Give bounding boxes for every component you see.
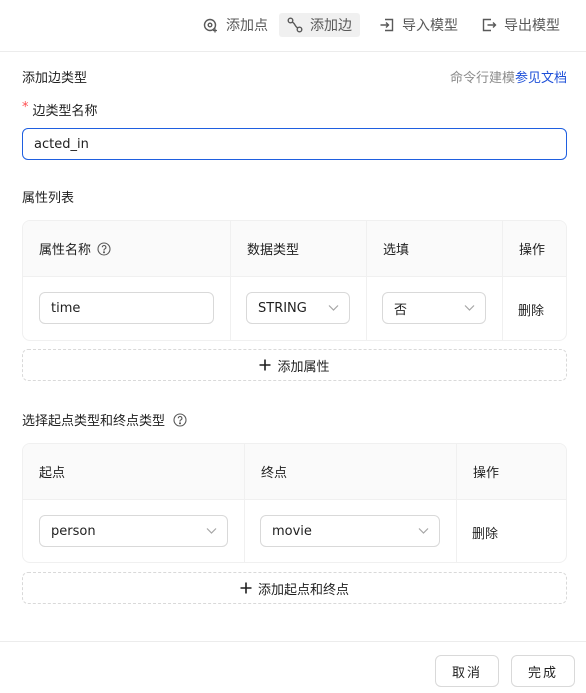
add-attribute-button[interactable]: 添加属性 <box>22 349 567 381</box>
import-model-button[interactable]: 导入模型 <box>379 13 458 37</box>
divider <box>244 499 245 562</box>
chevron-down-icon <box>328 305 339 311</box>
edge-type-name-input[interactable]: acted_in <box>22 128 567 160</box>
cancel-button[interactable]: 取消 <box>435 655 499 687</box>
col-action: 操作 <box>502 221 566 276</box>
attributes-table-header: 属性名称 数据类型 选填 操作 <box>23 221 566 277</box>
add-edge-button[interactable]: 添加边 <box>279 13 360 37</box>
doc-hint: 命令行建模 参见文档 <box>450 67 567 86</box>
col-target-label: 终点 <box>261 466 288 481</box>
add-node-button[interactable]: 添加点 <box>203 13 268 37</box>
col-data-type-label: 数据类型 <box>247 243 300 258</box>
export-icon <box>482 18 497 32</box>
help-icon[interactable] <box>173 412 187 427</box>
done-button[interactable]: 完成 <box>511 655 575 687</box>
help-icon[interactable] <box>97 241 111 256</box>
add-edge-label: 添加边 <box>310 18 352 34</box>
col-source-label: 起点 <box>39 466 66 481</box>
name-label-text: 边类型名称 <box>32 104 98 119</box>
import-icon <box>380 18 394 32</box>
endpoints-table: 起点 终点 操作 person movie 删除 <box>22 443 567 563</box>
option-value: 否 <box>394 302 408 318</box>
divider <box>230 276 231 340</box>
export-model-button[interactable]: 导出模型 <box>481 13 560 37</box>
cmd-hint-text: 命令行建模 <box>449 71 515 86</box>
plus-icon <box>259 359 271 371</box>
data-type-select[interactable]: STRING <box>246 292 350 324</box>
col-data-type: 数据类型 <box>230 221 366 276</box>
col-option-label: 选填 <box>383 243 410 258</box>
source-value: person <box>51 523 96 539</box>
add-node-icon <box>203 18 217 33</box>
col-source: 起点 <box>23 444 244 499</box>
name-field-label: * 边类型名称 <box>22 100 98 119</box>
target-select[interactable]: movie <box>260 515 440 547</box>
edge-type-name-value: acted_in <box>34 136 89 152</box>
col-action-label: 操作 <box>519 243 546 258</box>
col-target: 终点 <box>244 444 456 499</box>
col-attr-name-label: 属性名称 <box>39 243 92 258</box>
col-endpoint-action: 操作 <box>456 444 566 499</box>
delete-attribute-button[interactable]: 删除 <box>518 300 544 319</box>
export-model-label: 导出模型 <box>504 18 560 34</box>
add-node-label: 添加点 <box>226 18 268 34</box>
endpoints-title: 选择起点类型和终点类型 <box>22 410 187 429</box>
divider <box>502 276 503 340</box>
cancel-label: 取消 <box>451 665 482 681</box>
attr-name-value: time <box>51 300 81 316</box>
delete-endpoint-button[interactable]: 删除 <box>472 523 498 542</box>
plus-icon <box>240 582 252 594</box>
form-title: 添加边类型 <box>22 71 88 86</box>
chevron-down-icon <box>464 305 475 311</box>
data-type-value: STRING <box>258 300 307 316</box>
divider <box>366 276 367 340</box>
add-endpoint-button[interactable]: 添加起点和终点 <box>22 572 567 604</box>
add-edge-icon <box>287 17 303 33</box>
footer: 取消 完成 <box>0 641 586 693</box>
target-value: movie <box>272 523 312 539</box>
import-model-label: 导入模型 <box>402 18 458 34</box>
attributes-title: 属性列表 <box>22 191 75 206</box>
col-attr-name: 属性名称 <box>23 221 230 276</box>
col-endpoint-action-label: 操作 <box>473 466 500 481</box>
attributes-table: 属性名称 数据类型 选填 操作 time STRING 否 删除 <box>22 220 567 341</box>
required-mark: * <box>22 100 29 115</box>
option-select[interactable]: 否 <box>382 292 486 324</box>
toolbar: 添加点 添加边 导入模型 导出模型 <box>0 0 586 52</box>
attr-name-input[interactable]: time <box>39 292 214 324</box>
source-select[interactable]: person <box>39 515 228 547</box>
doc-link[interactable]: 参见文档 <box>515 67 567 86</box>
endpoints-title-text: 选择起点类型和终点类型 <box>22 414 166 429</box>
chevron-down-icon <box>206 528 217 534</box>
chevron-down-icon <box>418 528 429 534</box>
col-option: 选填 <box>366 221 502 276</box>
add-endpoint-label: 添加起点和终点 <box>257 582 349 598</box>
add-attribute-label: 添加属性 <box>277 359 330 375</box>
endpoints-table-header: 起点 终点 操作 <box>23 444 566 500</box>
divider <box>456 499 457 562</box>
done-label: 完成 <box>527 665 558 681</box>
